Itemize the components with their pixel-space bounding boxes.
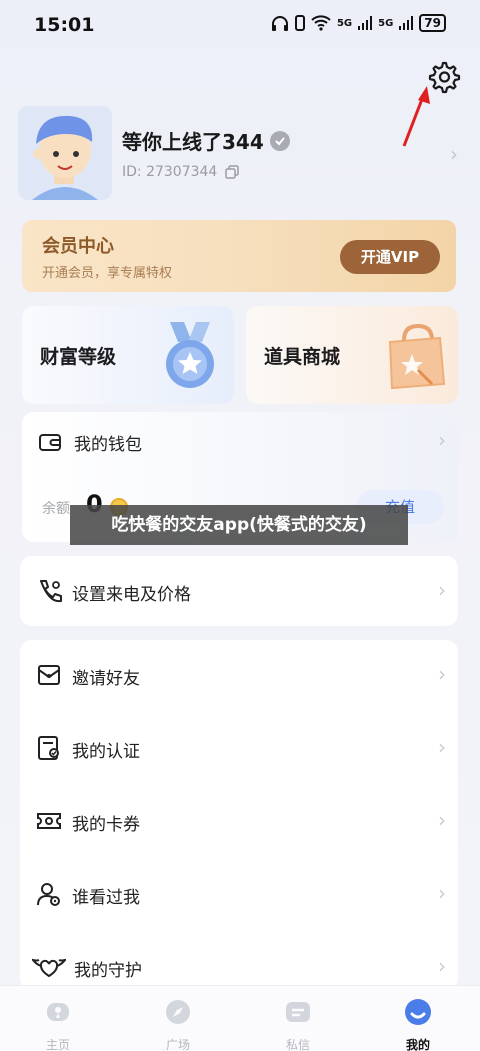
wallet-title: 我的钱包 [74, 435, 142, 455]
tab-plaza[interactable]: 广场 [138, 986, 218, 1051]
medal-icon [166, 322, 214, 388]
signal-icon [358, 16, 373, 30]
coupon-icon [37, 813, 61, 829]
status-icons: 5G 5G 79 [271, 14, 446, 32]
wealth-level-tile[interactable]: 财富等级 [22, 306, 234, 404]
guardian-icon [32, 958, 66, 978]
menu-item-label: 我的认证 [72, 742, 140, 762]
tab-messages[interactable]: 私信 [258, 986, 338, 1051]
menu-item-label: 我的卡券 [72, 815, 140, 835]
message-icon [286, 1002, 310, 1022]
tab-label: 我的 [405, 1038, 430, 1051]
tab-label: 广场 [165, 1038, 190, 1051]
bottom-tab-bar: 主页 广场 私信 我的 [0, 985, 480, 1051]
tab-home[interactable]: 主页 [18, 986, 98, 1051]
menu-item-invite-friends[interactable]: 邀请好友 › [20, 640, 458, 710]
status-bar: 15:01 5G 5G 79 [0, 0, 480, 50]
chevron-right-icon: › [450, 142, 458, 166]
headphones-icon [271, 16, 288, 31]
username-text: 等你上线了344 [122, 130, 264, 154]
menu-item-my-coupons[interactable]: 我的卡券 › [20, 786, 458, 856]
user-id: ID: 27307344 [122, 164, 240, 180]
menu-item-visitors[interactable]: 谁看过我 › [20, 859, 458, 929]
invite-icon [38, 665, 60, 685]
home-icon [47, 1003, 69, 1021]
tab-label: 私信 [285, 1038, 310, 1051]
prop-mall-label: 道具商城 [264, 346, 341, 368]
profile-header[interactable]: 等你上线了344 ID: 27307344 › [18, 106, 462, 200]
visitors-icon [37, 883, 60, 906]
wifi-icon [311, 15, 331, 31]
verified-icon [269, 130, 290, 151]
wallet-icon [39, 434, 61, 451]
signal-icon-2 [399, 16, 414, 30]
network-type-1: 5G [336, 17, 353, 29]
vip-center-card[interactable]: 会员中心 开通会员，享专属特权 开通VIP [22, 220, 456, 292]
chevron-right-icon: › [438, 954, 446, 978]
vip-title: 会员中心 [42, 236, 114, 257]
wealth-level-label: 财富等级 [40, 346, 117, 368]
menu-item-label: 我的守护 [74, 961, 142, 981]
copy-icon[interactable] [225, 165, 240, 179]
chevron-right-icon: › [438, 881, 446, 905]
profile-icon [405, 999, 431, 1025]
battery-indicator: 79 [419, 14, 446, 32]
vibrate-icon [294, 15, 305, 31]
menu-list: 邀请好友 › 我的认证 › 我的卡券 › 谁看过我 › 我的守护 › [20, 640, 458, 990]
username: 等你上线了344 [122, 126, 290, 155]
tab-mine[interactable]: 我的 [378, 986, 458, 1051]
chevron-right-icon: › [438, 662, 446, 686]
tab-label: 主页 [45, 1038, 70, 1051]
avatar[interactable] [18, 106, 112, 200]
call-settings-label: 设置来电及价格 [72, 585, 191, 605]
chevron-right-icon: › [438, 578, 446, 602]
phone-settings-icon [40, 580, 62, 603]
overlay-banner: 吃快餐的交友app(快餐式的交友) [70, 505, 408, 545]
menu-item-label: 谁看过我 [72, 888, 140, 908]
vip-subtitle: 开通会员，享专属特权 [42, 266, 173, 281]
call-settings-row[interactable]: 设置来电及价格 › [20, 556, 458, 626]
open-vip-button[interactable]: 开通VIP [340, 240, 440, 274]
balance-label: 余额 [42, 501, 70, 517]
chevron-right-icon: › [438, 808, 446, 832]
prop-mall-tile[interactable]: 道具商城 [246, 306, 458, 404]
avatar-illustration [18, 106, 112, 200]
certification-icon [38, 736, 59, 760]
menu-item-my-certification[interactable]: 我的认证 › [20, 713, 458, 783]
plaza-icon [166, 1000, 190, 1024]
chevron-right-icon: › [438, 428, 446, 452]
menu-item-label: 邀请好友 [72, 669, 140, 689]
shopping-bag-icon [388, 323, 446, 390]
chevron-right-icon: › [438, 735, 446, 759]
menu-item-my-guardian[interactable]: 我的守护 › [20, 932, 458, 990]
user-id-text: ID: 27307344 [122, 164, 218, 180]
network-type-2: 5G [378, 17, 394, 29]
status-time: 15:01 [34, 14, 95, 36]
